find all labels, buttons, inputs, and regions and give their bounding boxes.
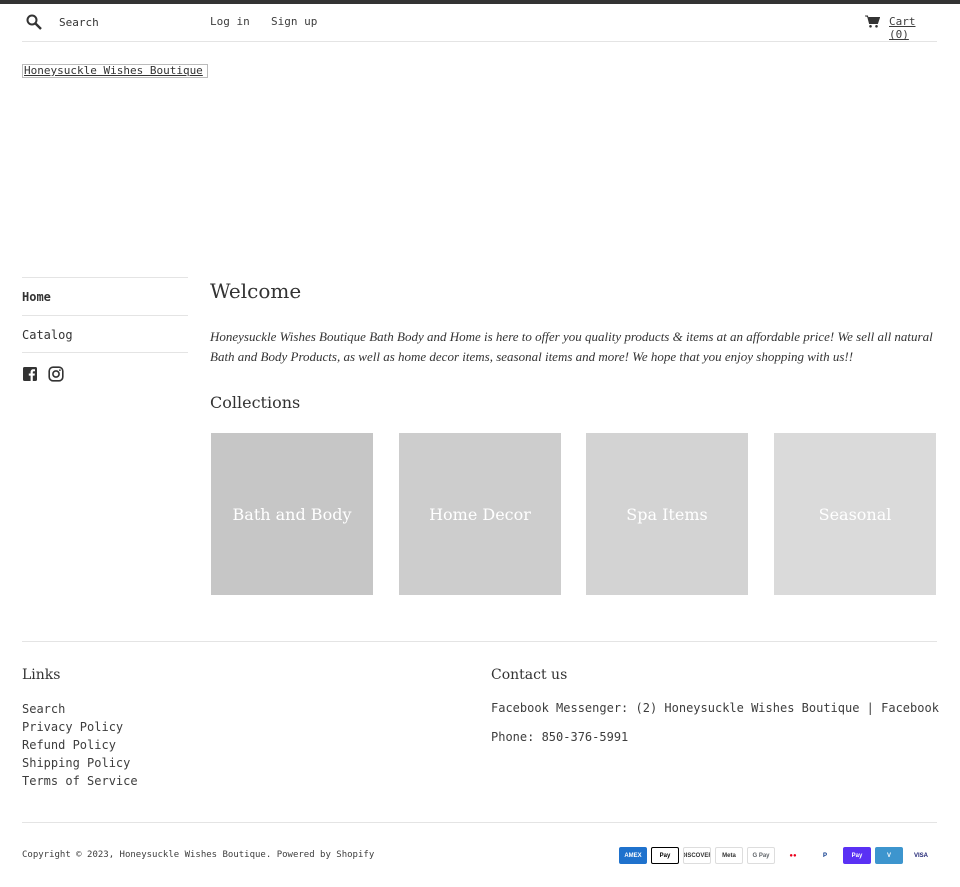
collection-tile-bath-and-body[interactable]: Bath and Body — [211, 433, 373, 595]
sidebar-item-catalog[interactable]: Catalog — [22, 315, 188, 353]
google-pay-icon: G Pay — [747, 847, 775, 864]
collection-tile-home-decor[interactable]: Home Decor — [399, 433, 561, 595]
footer-bottom-divider — [22, 822, 937, 823]
store-logo[interactable]: Honeysuckle Wishes Boutique — [22, 64, 208, 78]
footer-link-refund-policy[interactable]: Refund Policy — [22, 738, 116, 752]
footer-link-privacy-policy[interactable]: Privacy Policy — [22, 720, 123, 734]
sidebar-nav: Home Catalog — [22, 277, 188, 382]
copyright-text: Copyright © 2023, Honeysuckle Wishes Bou… — [22, 850, 375, 860]
facebook-icon[interactable] — [22, 366, 38, 382]
visa-icon: VISA — [907, 847, 935, 864]
footer-links-list: Search Privacy Policy Refund Policy Ship… — [22, 701, 138, 791]
amex-icon: AMEX — [619, 847, 647, 864]
cart-link[interactable]: Cart (0) — [889, 15, 937, 41]
signup-link[interactable]: Sign up — [271, 15, 317, 28]
discover-icon: DISCOVER — [683, 847, 711, 864]
footer-link-search[interactable]: Search — [22, 702, 65, 716]
footer-link-shipping-policy[interactable]: Shipping Policy — [22, 756, 130, 770]
cart-icon[interactable] — [865, 15, 880, 28]
search-icon[interactable] — [26, 14, 42, 30]
footer-links-heading: Links — [22, 667, 61, 683]
paypal-icon: P — [811, 847, 839, 864]
site-header: Log in Sign up Cart (0) — [22, 4, 937, 42]
payment-icons: AMEX Pay DISCOVER Meta G Pay ●● P Pay V … — [619, 847, 935, 864]
collections-heading: Collections — [210, 393, 301, 412]
instagram-icon[interactable] — [48, 366, 64, 382]
footer-link-terms-of-service[interactable]: Terms of Service — [22, 774, 138, 788]
shop-pay-icon: Pay — [843, 847, 871, 864]
collection-tile-label: Seasonal — [818, 504, 892, 524]
contact-phone: Phone: 850-376-5991 — [491, 730, 629, 744]
footer-contact-heading: Contact us — [491, 667, 568, 683]
collection-tile-label: Home Decor — [429, 504, 531, 524]
collection-tile-label: Spa Items — [626, 504, 708, 524]
meta-pay-icon: Meta — [715, 847, 743, 864]
collection-tile-spa-items[interactable]: Spa Items — [586, 433, 748, 595]
powered-by-shopify-link[interactable]: Powered by Shopify — [277, 850, 375, 860]
page-title: Welcome — [210, 279, 302, 303]
collection-tile-label: Bath and Body — [232, 504, 352, 524]
copyright-prefix: Copyright © 2023, — [22, 850, 115, 860]
contact-messenger: Facebook Messenger: (2) Honeysuckle Wish… — [491, 701, 939, 715]
search-input[interactable] — [59, 12, 199, 32]
login-link[interactable]: Log in — [210, 15, 250, 28]
footer-divider — [22, 641, 937, 642]
sidebar-item-home[interactable]: Home — [22, 277, 188, 315]
copyright-store-link[interactable]: Honeysuckle Wishes Boutique — [120, 850, 266, 860]
mastercard-icon: ●● — [779, 847, 807, 864]
venmo-icon: V — [875, 847, 903, 864]
intro-text: Honeysuckle Wishes Boutique Bath Body an… — [210, 329, 933, 364]
collection-tile-seasonal[interactable]: Seasonal — [774, 433, 936, 595]
apple-pay-icon: Pay — [651, 847, 679, 864]
